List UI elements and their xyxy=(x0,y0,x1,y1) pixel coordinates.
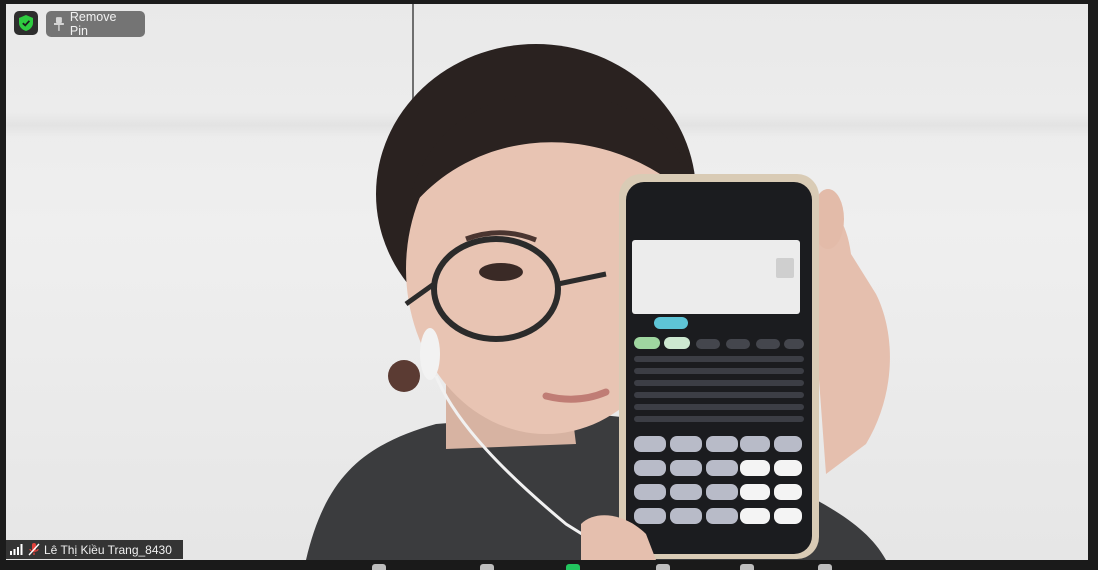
mic-muted-icon xyxy=(28,543,40,556)
participants-icon[interactable] xyxy=(372,564,386,570)
participant-name: Lê Thị Kiều Trang_8430 xyxy=(44,542,172,557)
person-holding-phone xyxy=(306,44,890,560)
meeting-toolbar xyxy=(0,560,1098,570)
share-screen-icon[interactable] xyxy=(566,564,580,570)
participant-name-tag: Lê Thị Kiều Trang_8430 xyxy=(6,540,183,559)
share-icon[interactable] xyxy=(480,564,494,570)
participant-video[interactable] xyxy=(6,4,1088,560)
shield-check-icon xyxy=(19,15,33,31)
reactions-icon[interactable] xyxy=(740,564,754,570)
pin-icon xyxy=(54,17,64,31)
remove-pin-button[interactable]: Remove Pin xyxy=(46,10,145,38)
chat-icon[interactable] xyxy=(656,564,670,570)
more-icon[interactable] xyxy=(818,564,832,570)
signal-bars-icon xyxy=(10,544,23,555)
security-button[interactable] xyxy=(14,11,38,35)
remove-pin-label: Remove Pin xyxy=(69,10,117,38)
meeting-window: Remove Pin Lê Thị Kiều Trang_8430 xyxy=(0,0,1098,570)
